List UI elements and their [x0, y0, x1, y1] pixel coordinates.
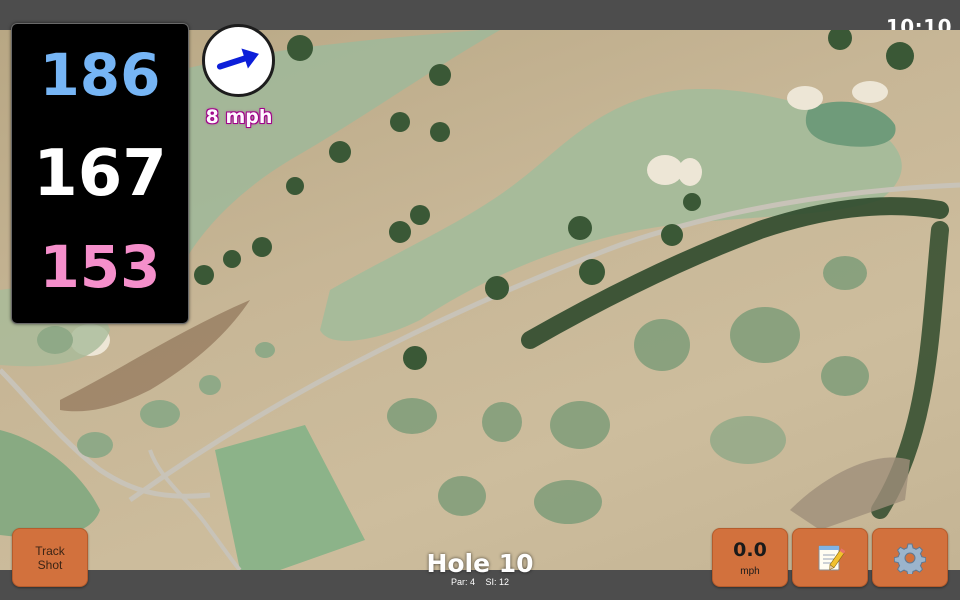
wind-speed-button[interactable]: 0.0 mph [712, 528, 788, 587]
notes-button[interactable] [792, 528, 868, 587]
hole-title: Hole 10 [426, 549, 534, 578]
wind-speed-value: 0.0 [733, 538, 767, 561]
center-distance: 167 [33, 137, 167, 211]
wind-speed-unit: mph [740, 565, 760, 577]
track-shot-label-line1: Track [35, 543, 65, 558]
hole-meta: Par: 4 SI: 12 [380, 577, 580, 587]
track-shot-button[interactable]: Track Shot [12, 528, 88, 587]
gear-icon [894, 543, 926, 574]
arrow-up-right-icon [216, 48, 259, 70]
notepad-icon [818, 545, 845, 570]
settings-button[interactable] [872, 528, 948, 587]
wind-direction-dial [202, 24, 275, 97]
distance-panel[interactable]: 186 167 153 [11, 23, 189, 324]
hole-par: Par: 4 [450, 577, 475, 587]
front-distance: 153 [39, 233, 161, 301]
hole-stroke-index: SI: 12 [485, 577, 510, 587]
track-shot-label-line2: Shot [37, 557, 63, 572]
wind-speed-label: 8 mph [205, 106, 273, 128]
back-distance: 186 [39, 41, 161, 109]
